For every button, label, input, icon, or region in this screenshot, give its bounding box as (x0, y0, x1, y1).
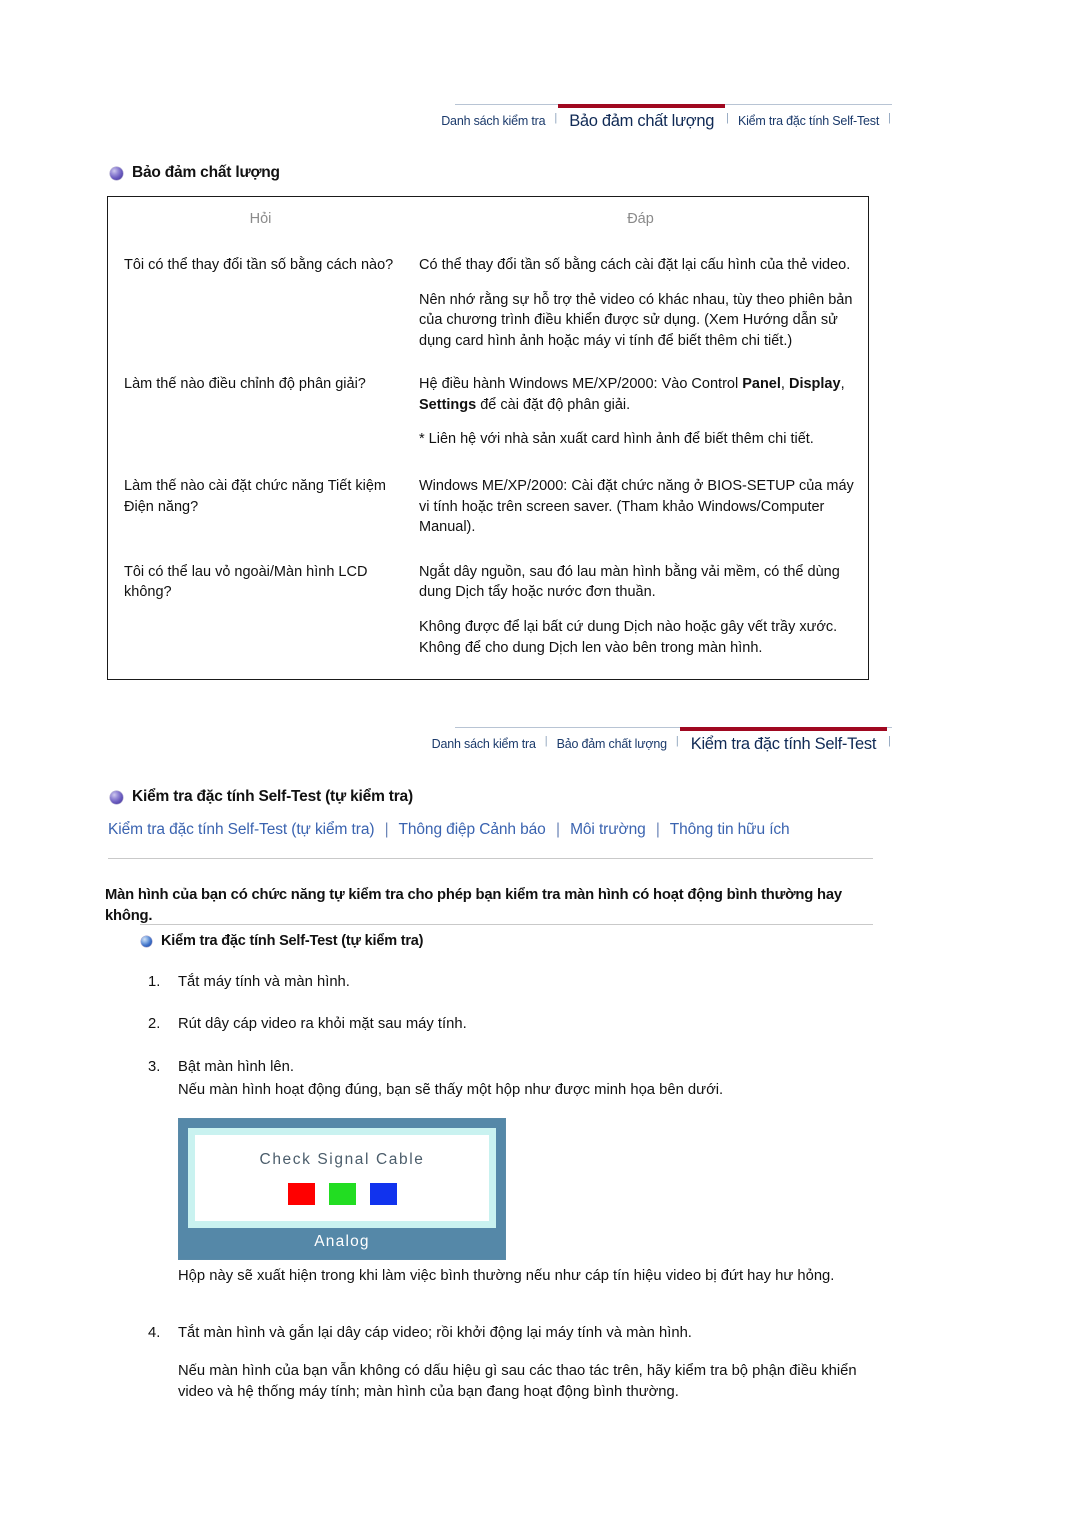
nav-tab-self-test-top[interactable]: Kiểm tra đặc tính Self-Test (730, 108, 887, 134)
step-text: Bật màn hình lên. (178, 1058, 294, 1075)
faq-answer-paragraph: Ngắt dây nguồn, sau đó lau màn hình bằng… (419, 563, 840, 601)
sub-nav-separator: | (384, 821, 389, 838)
nav-tab-label: Danh sách kiểm tra (441, 114, 546, 128)
bullet-sphere-icon (110, 166, 123, 180)
note-after-image: Hộp này sẽ xuất hiện trong khi làm việc … (178, 1268, 835, 1284)
subsection-heading-self-test: Kiểm tra đặc tính Self-Test (tự kiểm tra… (141, 933, 423, 949)
table-row: Làm thế nào điều chỉnh độ phân giải? Hệ … (108, 374, 868, 450)
faq-table-header-row: Hỏi Đáp (108, 197, 868, 233)
sub-nav-separator: | (655, 821, 660, 838)
page-title: Bảo đảm chất lượng (132, 164, 280, 181)
analog-label: Analog (314, 1233, 370, 1250)
answer-text: , (840, 376, 845, 393)
faq-answer-paragraph: Windows ME/XP/2000: Cài đặt chức năng ở … (419, 478, 854, 536)
faq-answer-paragraph: Không được để lại bất cứ dung Dịch nào h… (419, 618, 838, 656)
answer-bold-panel: Panel (742, 376, 781, 393)
faq-answer: Ngắt dây nguồn, sau đó lau màn hình bằng… (413, 562, 868, 658)
table-row: Tôi có thể lau vỏ ngoài/Màn hình LCD khô… (108, 562, 868, 658)
sub-nav-links: Kiểm tra đặc tính Self-Test (tự kiểm tra… (108, 821, 898, 839)
sub-nav-link-warning-message[interactable]: Thông điệp Cảnh báo (399, 821, 546, 838)
nav-tab-checklist-bottom[interactable]: Danh sách kiểm tra (424, 731, 544, 757)
answer-text: , (780, 376, 789, 393)
step-number: 4. (148, 1325, 161, 1341)
nav-separator: | (888, 735, 891, 747)
faq-answer-paragraph: Hệ điều hành Windows ME/XP/2000: Vào Con… (419, 374, 854, 415)
faq-answer: Hệ điều hành Windows ME/XP/2000: Vào Con… (413, 374, 868, 450)
breadcrumb-nav-bottom: Danh sách kiểm tra | Bảo đảm chất lượng … (432, 727, 892, 757)
list-item: 3. Bật màn hình lên. (148, 1057, 868, 1078)
faq-answer: Có thể thay đổi tần số bằng cách cài đặt… (413, 255, 868, 351)
self-test-screen-illustration: Check Signal Cable Analog (178, 1118, 506, 1260)
nav-tab-label: Kiểm tra đặc tính Self-Test (737, 114, 880, 128)
divider (108, 858, 873, 859)
breadcrumb-nav-top: Danh sách kiểm tra | Bảo đảm chất lượng … (441, 104, 892, 134)
blue-swatch (369, 1183, 397, 1205)
table-row: Tôi có thể thay đổi tần số bằng cách nào… (108, 255, 868, 351)
faq-answer-paragraph: Nên nhớ rằng sự hỗ trợ thẻ video có khác… (419, 291, 853, 349)
faq-answer: Windows ME/XP/2000: Cài đặt chức năng ở … (413, 476, 868, 538)
answer-bold-settings: Settings (419, 396, 477, 413)
red-swatch (287, 1183, 315, 1205)
steps-list-continued: 4. Tắt màn hình và gắn lại dây cáp video… (148, 1323, 868, 1344)
nav-tab-label: Bảo đảm chất lượng (569, 111, 715, 130)
section-title-self-test: Kiểm tra đặc tính Self-Test (tự kiểm tra… (132, 788, 413, 805)
nav-tab-quality-assurance-top[interactable]: Bảo đảm chất lượng (558, 104, 725, 134)
step-number: 1. (148, 974, 161, 990)
nav-tab-self-test-bottom[interactable]: Kiểm tra đặc tính Self-Test (679, 727, 888, 757)
answer-bold-display: Display (788, 376, 841, 393)
subsection-title: Kiểm tra đặc tính Self-Test (tự kiểm tra… (161, 933, 424, 949)
intro-paragraph: Màn hình của bạn có chức năng tự kiểm tr… (105, 887, 842, 925)
rgb-swatches (287, 1183, 397, 1205)
step-number: 3. (148, 1058, 161, 1075)
divider (140, 924, 873, 925)
faq-header-question: Hỏi (249, 211, 272, 227)
sub-nav-link-self-test[interactable]: Kiểm tra đặc tính Self-Test (tự kiểm tra… (108, 821, 375, 838)
sub-nav-link-environment[interactable]: Môi trường (570, 821, 646, 838)
nav-separator: | (888, 112, 891, 124)
nav-tab-label: Bảo đảm chất lượng (556, 737, 667, 751)
list-item: 1. Tắt máy tính và màn hình. (148, 972, 868, 993)
sub-nav-separator: | (555, 821, 560, 838)
answer-text: Hệ điều hành Windows ME/XP/2000: Vào Con… (419, 376, 743, 393)
faq-answer-paragraph: * Liên hệ với nhà sản xuất card hình ảnh… (419, 431, 814, 448)
nav-tab-checklist-top[interactable]: Danh sách kiểm tra (433, 108, 553, 134)
nav-tab-quality-assurance-bottom[interactable]: Bảo đảm chất lượng (549, 731, 675, 757)
faq-table: Hỏi Đáp Tôi có thể thay đổi tần số bằng … (107, 196, 869, 680)
faq-question: Tôi có thể lau vỏ ngoài/Màn hình LCD khô… (124, 563, 368, 601)
nav-tab-label: Danh sách kiểm tra (431, 737, 536, 751)
faq-question: Tôi có thể thay đổi tần số bằng cách nào… (124, 257, 394, 273)
check-signal-cable-message: Check Signal Cable (259, 1151, 425, 1168)
answer-text: để cài đặt độ phân giải. (476, 396, 631, 413)
sub-nav-link-useful-info[interactable]: Thông tin hữu ích (670, 821, 790, 838)
bullet-sphere-icon (141, 935, 152, 947)
step-text: Tắt màn hình và gắn lại dây cáp video; r… (178, 1325, 692, 1341)
faq-answer-paragraph: Có thể thay đổi tần số bằng cách cài đặt… (419, 257, 851, 273)
self-test-screen-inner: Check Signal Cable (188, 1128, 496, 1228)
section-heading-self-test: Kiểm tra đặc tính Self-Test (tự kiểm tra… (110, 788, 413, 806)
step-text: Rút dây cáp video ra khỏi mặt sau máy tí… (178, 1016, 467, 1033)
list-item: 2. Rút dây cáp video ra khỏi mặt sau máy… (148, 1014, 868, 1035)
section-heading-quality-assurance: Bảo đảm chất lượng (110, 164, 280, 182)
step-number: 2. (148, 1016, 161, 1033)
closing-paragraph: Nếu màn hình của bạn vẫn không có dấu hi… (178, 1363, 857, 1401)
green-swatch (328, 1183, 356, 1205)
table-row: Làm thế nào cài đặt chức năng Tiết kiệm … (108, 476, 868, 538)
faq-question: Làm thế nào điều chỉnh độ phân giải? (124, 376, 366, 393)
nav-tab-label: Kiểm tra đặc tính Self-Test (690, 734, 877, 753)
note-after-step-three: Nếu màn hình hoạt động đúng, bạn sẽ thấy… (178, 1082, 724, 1098)
faq-header-answer: Đáp (627, 211, 654, 227)
bullet-sphere-icon (110, 790, 123, 804)
list-item: 4. Tắt màn hình và gắn lại dây cáp video… (148, 1323, 868, 1344)
faq-question: Làm thế nào cài đặt chức năng Tiết kiệm … (124, 478, 386, 515)
step-text: Tắt máy tính và màn hình. (178, 974, 350, 990)
